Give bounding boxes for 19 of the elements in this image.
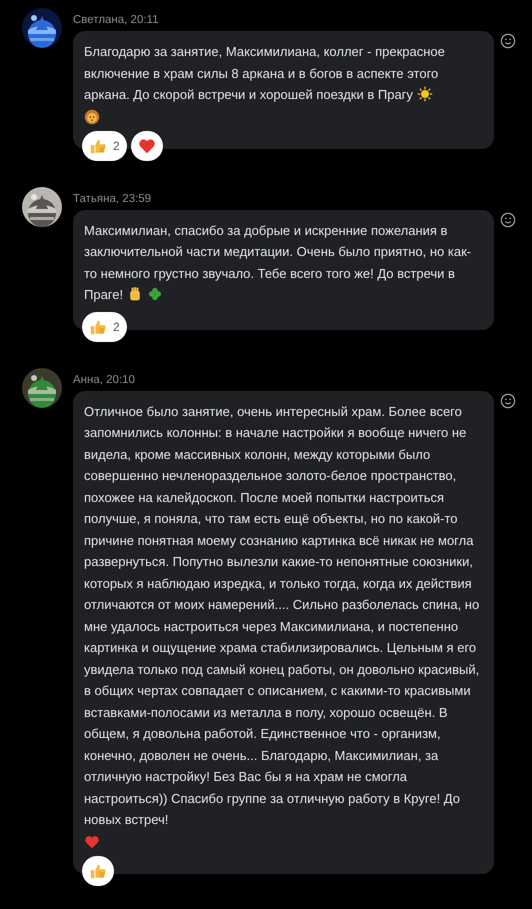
message-text: Благодарю за занятие, Максимилиана, коллег - прекрасное включение в храм силы 8 аркана и в богов в аспекте этого аркана. До скорой встречи и хорошей поездки в Прагу [84, 43, 446, 104]
author-time: Татьяна, 23:59 [73, 192, 152, 206]
sun-icon [416, 86, 433, 102]
message-text: Отличное было занятие, очень интересный храм. Более всего запомнились колонны: в начале настройки я вообще ничего не видела, кроме массивных колонн, между которыми было совершенно нечленораздельное золото-белое пространство, похожее на калейдоскоп. После моей попытки настроиться получше, я поняла, что там есть ещё объекты, но по какой-то причине понятная моему сознанию картинка всё никак не могла развернуться. Попутно вылезли какие-то непонятные союзники, которых я наблюдаю изредка, и только тогда, когда их действия отличаются от моих намерений.... Сильно разболелась спина, но мне удалось настроиться через Максимилиана, и постепенно картинка и ощущение храма стабилизировались. Цельным я его увидела только под самый конец работы, он довольно красивый, в общих чертах совпадает с описанием, с какими-то красивыми вставками-полосами из металла в полу, хорошо освещён. В общем, я довольна работой. Единственное что - организм, конечно, доволен не очень... Благодарю, Максимилиан, за отличную настройку! Без Вас бы я на храм не смогла настроиться)) Спасибо группе за отличную работу в Круге! До новых встреч! [84, 402, 480, 829]
emoji-picker-icon[interactable] [500, 33, 516, 49]
heart-icon [138, 136, 156, 154]
thumbs-up-icon [89, 318, 107, 336]
message-text: Максимилиан, спасибо за добрые и искренние пожелания в заключительной части медитации. Очень было приятно, но как-то немного грустно звучало. Тебе всего того же! До встречи в Праге! [84, 222, 472, 304]
emoji-picker-icon[interactable] [500, 212, 516, 228]
reaction-button[interactable]: 2 [82, 130, 127, 160]
thumbs-up-icon [89, 862, 107, 880]
reaction-button[interactable]: 2 [82, 312, 127, 342]
clover-icon [147, 286, 164, 302]
emoji-picker-icon[interactable] [500, 392, 516, 408]
thumbs-up-icon [89, 136, 107, 154]
reaction-button[interactable] [130, 130, 163, 160]
author-time: Анна, 20:10 [73, 372, 136, 388]
reaction-button[interactable] [82, 856, 114, 886]
author-time: Светлана, 20:11 [73, 13, 160, 28]
